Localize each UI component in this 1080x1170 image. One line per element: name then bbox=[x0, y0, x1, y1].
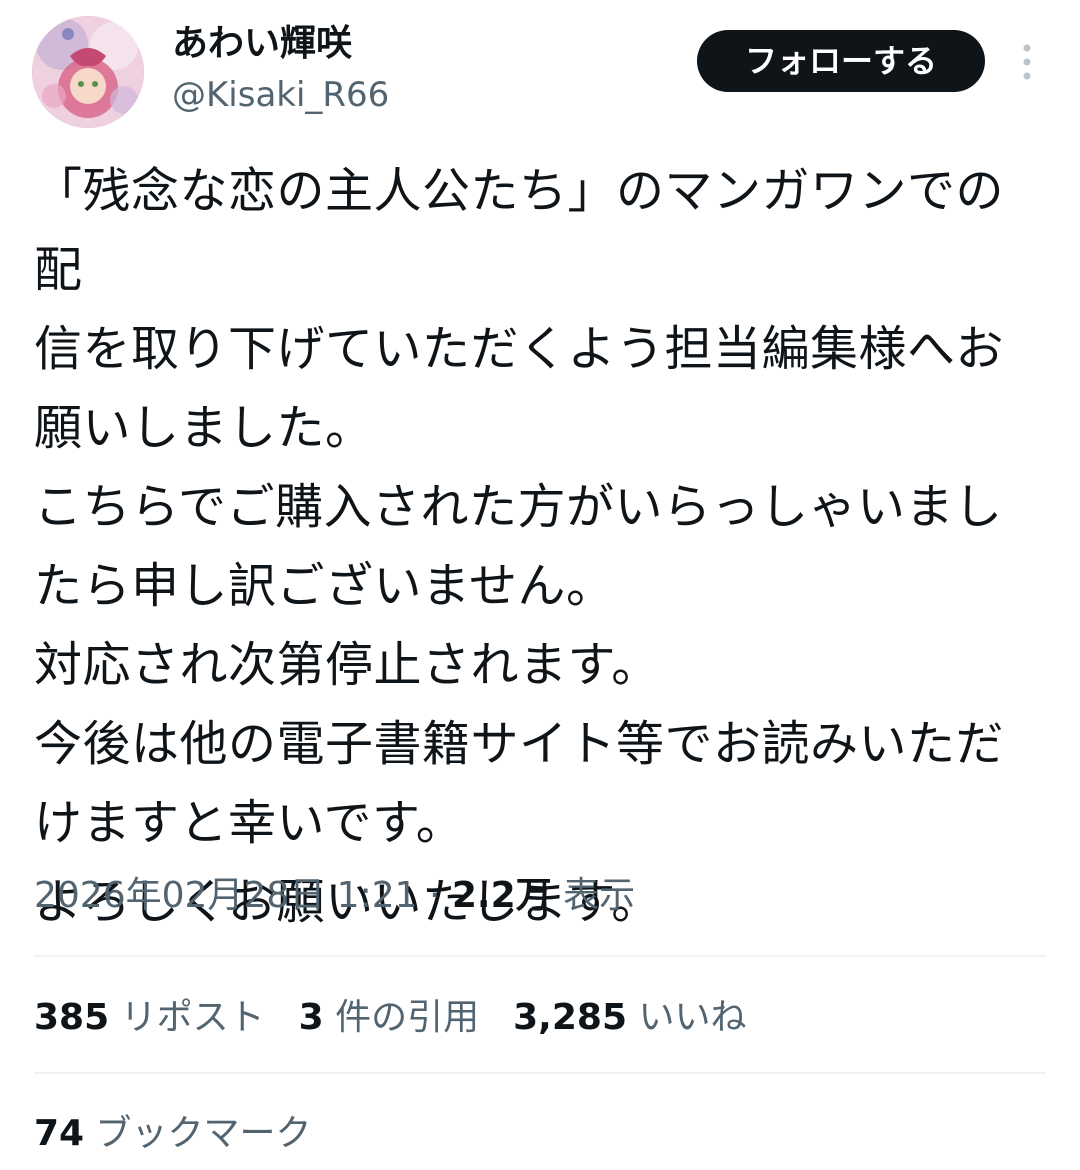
tweet-meta: 2026年02月28日 1:21 · 2.2万 表示 bbox=[34, 870, 635, 922]
tweet-header: あわい輝咲 @Kisaki_R66 フォローする bbox=[0, 0, 1080, 140]
quote-stat[interactable]: 3 件の引用 bbox=[299, 992, 480, 1044]
like-label: いいね bbox=[627, 997, 747, 1038]
bookmark-count: 74 bbox=[34, 1113, 85, 1154]
author-display-name[interactable]: あわい輝咲 bbox=[172, 20, 352, 68]
divider bbox=[34, 955, 1046, 957]
quote-label: 件の引用 bbox=[323, 997, 480, 1038]
tweet-timestamp[interactable]: 2026年02月28日 1:21 bbox=[34, 875, 418, 916]
avatar-illustration-icon bbox=[32, 16, 144, 128]
repost-stat[interactable]: 385 リポスト bbox=[34, 992, 265, 1044]
views-count[interactable]: 2.2万 bbox=[452, 875, 552, 916]
repost-label: リポスト bbox=[109, 997, 265, 1038]
author-handle[interactable]: @Kisaki_R66 bbox=[172, 72, 389, 118]
engagement-stats: 385 リポスト 3 件の引用 3,285 いいね bbox=[34, 992, 780, 1044]
divider bbox=[34, 1072, 1046, 1074]
avatar[interactable] bbox=[32, 16, 144, 128]
bookmark-label: ブックマーク bbox=[84, 1113, 312, 1154]
repost-count: 385 bbox=[34, 997, 110, 1038]
like-count: 3,285 bbox=[513, 997, 627, 1038]
bookmark-stat[interactable]: 74 ブックマーク bbox=[34, 1108, 346, 1160]
meta-separator: · bbox=[417, 875, 452, 916]
follow-button[interactable]: フォローする bbox=[697, 30, 985, 92]
views-label: 表示 bbox=[551, 875, 636, 916]
like-stat[interactable]: 3,285 いいね bbox=[513, 992, 746, 1044]
quote-count: 3 bbox=[298, 997, 324, 1038]
tweet-text: 「残念な恋の主人公たち」のマンガワンでの配 信を取り下げていただくよう担当編集様… bbox=[34, 163, 1005, 930]
more-vertical-icon[interactable] bbox=[1012, 40, 1042, 84]
